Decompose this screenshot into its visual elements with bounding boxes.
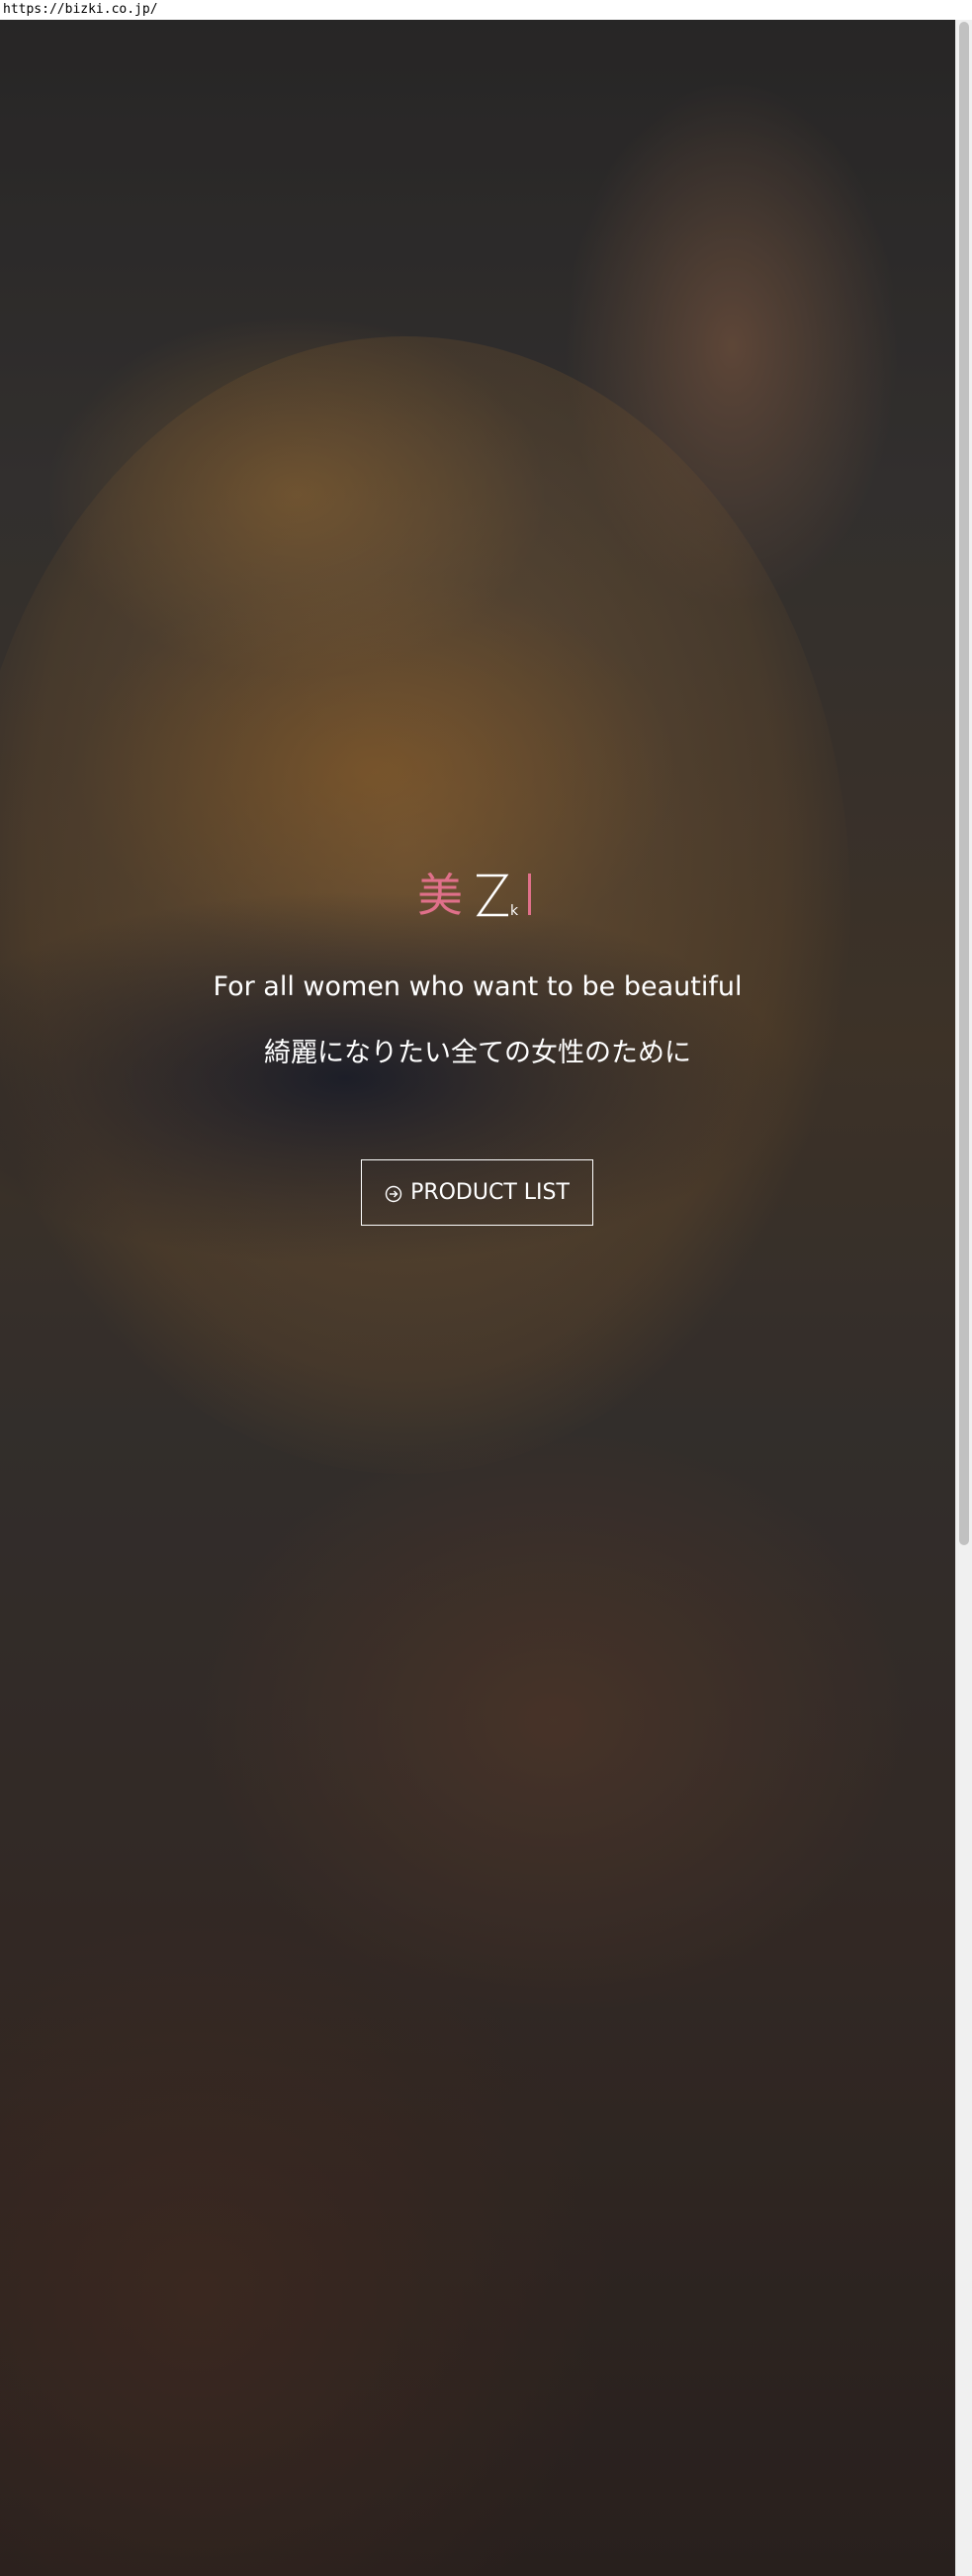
logo-k: k	[510, 903, 519, 919]
vertical-scrollbar[interactable]	[955, 20, 972, 2576]
hero-background-image: 美 k For all women who want to be beautif…	[0, 20, 955, 2576]
url-bar[interactable]: https://bizki.co.jp/	[0, 0, 972, 20]
tagline-japanese: 綺麗になりたい全ての女性のために	[264, 1038, 691, 1068]
logo-kanji: 美	[417, 869, 463, 922]
logo-z-stroke	[476, 874, 509, 917]
scrollbar-thumb[interactable]	[959, 22, 969, 1545]
product-list-button[interactable]: PRODUCT LIST	[361, 1159, 593, 1226]
tagline-english: For all women who want to be beautiful	[213, 971, 743, 1002]
product-list-label: PRODUCT LIST	[410, 1180, 570, 1205]
brand-logo[interactable]: 美 k	[415, 866, 544, 925]
circle-arrow-right-icon	[385, 1184, 402, 1202]
brand-logo-mark: 美 k	[417, 869, 531, 922]
logo-i-stroke	[528, 874, 531, 915]
